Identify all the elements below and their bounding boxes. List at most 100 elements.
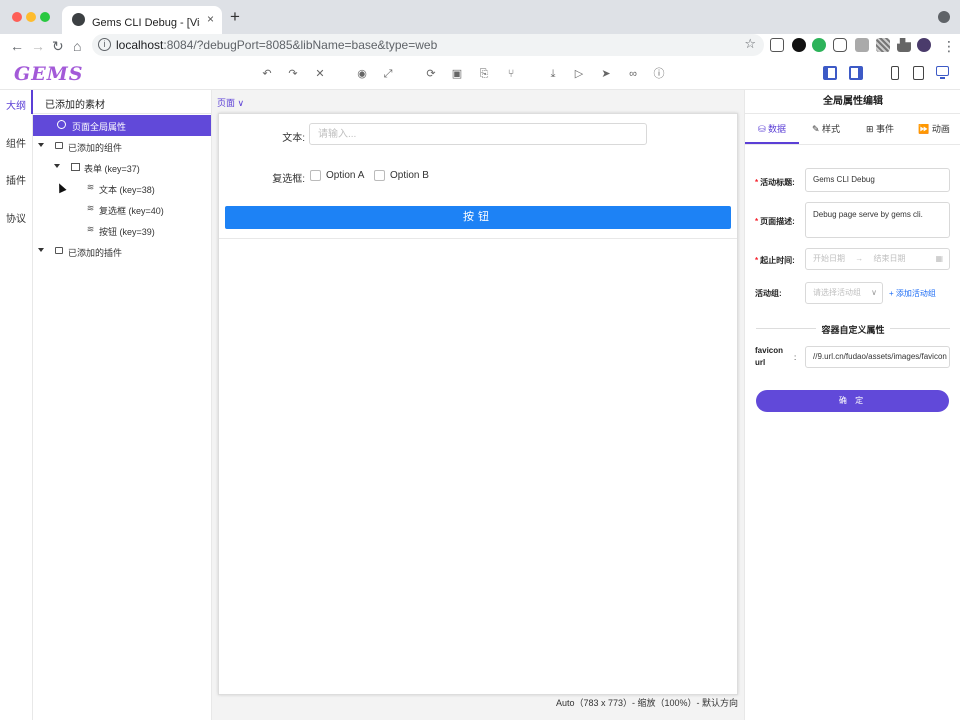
form-icon [71, 163, 80, 171]
refresh-icon[interactable]: ⟳ [424, 67, 438, 81]
forward-icon[interactable]: → [31, 37, 45, 55]
home-icon[interactable]: ⌂ [73, 37, 81, 55]
url-text[interactable]: localhost:8084/?debugPort=8085&libName=b… [116, 38, 437, 52]
tab-events[interactable]: ⊞ 事件 [853, 114, 907, 144]
section-divider-right [890, 328, 950, 329]
page-preview-frame[interactable]: 文本: 复选框: Option A Option B 按钮 [218, 113, 738, 695]
info-icon[interactable]: ⓘ [652, 67, 666, 81]
back-icon[interactable]: ← [10, 37, 24, 55]
save-icon[interactable]: ▣ [450, 67, 464, 81]
canvas-area: 页面 ∨ 文本: 复选框: Option A Option B 按钮 Auto（… [212, 90, 744, 720]
rail-item-components[interactable]: 组件 [0, 135, 32, 150]
close-window-button[interactable] [12, 12, 22, 22]
browser-tab[interactable]: Gems CLI Debug - [Vision页面编辑] × [62, 6, 222, 34]
new-file-icon[interactable]: ⎘ [477, 67, 491, 81]
tree-item-button[interactable]: ≋ 按钮 (key=39) [33, 220, 211, 241]
tree-item-checkbox[interactable]: ≋ 复选框 (key=40) [33, 199, 211, 220]
clear-icon[interactable]: ✕ [313, 67, 327, 81]
layer-icon: ≋ [86, 203, 95, 213]
preview-eye-icon[interactable]: ◉ [355, 67, 369, 81]
layer-icon: ≋ [86, 224, 95, 234]
canvas-status-text: Auto（783 x 773）- 缩放（100%）- 默认方向 [555, 698, 738, 708]
phone-view-icon[interactable] [891, 66, 899, 80]
link-icon[interactable]: ∞ [626, 67, 640, 81]
redo-icon[interactable]: ↷ [286, 67, 300, 81]
minimize-window-button[interactable] [26, 12, 36, 22]
confirm-button[interactable]: 确 定 [756, 390, 949, 412]
new-tab-button[interactable]: + [230, 8, 240, 26]
maximize-window-button[interactable] [40, 12, 50, 22]
caret-down-icon[interactable] [38, 248, 44, 252]
start-date-placeholder: 开始日期 [813, 254, 845, 263]
text-input-field[interactable] [310, 124, 646, 144]
date-range-picker[interactable]: 开始日期 → 结束日期 ▦ [805, 248, 950, 270]
description-textarea[interactable]: Debug page serve by gems cli. [805, 202, 950, 238]
tree-item-page-props[interactable]: 页面全局属性 [33, 115, 211, 136]
layer-icon: ≋ [86, 182, 95, 192]
brush-icon: ✎ [811, 124, 823, 134]
caret-down-icon[interactable] [54, 164, 60, 168]
address-bar[interactable]: i localhost:8084/?debugPort=8085&libName… [92, 34, 764, 56]
title-field-label: * 活动标题: [755, 178, 795, 187]
outline-header: 已添加的素材 [33, 90, 211, 114]
add-group-link[interactable]: + 添加活动组 [889, 288, 936, 299]
extension-circle-icon[interactable] [792, 38, 806, 52]
text-field-label: 文本: [282, 133, 305, 144]
fullscreen-icon[interactable]: ⤢ [381, 67, 395, 81]
undo-icon[interactable]: ↶ [260, 67, 274, 81]
app-header: GEMS ↶ ↷ ✕ ◉ ⤢ ⟳ ▣ ⎘ ⑂ ⤓ ▷ ➤ ∞ ⓘ [0, 58, 960, 90]
avatar[interactable] [917, 38, 931, 52]
database-icon: ⛁ [757, 124, 769, 134]
mail-extension-icon[interactable] [770, 38, 784, 52]
qr-extension-icon[interactable] [876, 38, 890, 52]
download-icon[interactable]: ⤓ [546, 67, 560, 81]
tree-item-form[interactable]: 表单 (key=37) [33, 157, 211, 178]
caret-down-icon[interactable] [38, 143, 44, 147]
tree-item-plugins[interactable]: 已添加的插件 [33, 241, 211, 262]
page-breadcrumb[interactable]: 页面 ∨ [217, 96, 244, 109]
group-select[interactable]: 请选择活动组 ∨ [805, 282, 883, 304]
run-icon[interactable]: ▷ [572, 67, 586, 81]
toggle-right-panel-icon[interactable] [849, 66, 863, 80]
folder-icon [55, 247, 63, 254]
extension-icon[interactable] [855, 38, 869, 52]
tab-title: Gems CLI Debug - [Vision页面编辑] [92, 17, 200, 29]
bookmark-star-icon[interactable]: ☆ [744, 36, 756, 52]
globe-icon [72, 13, 85, 26]
site-info-icon[interactable]: i [98, 38, 111, 51]
tab-data[interactable]: ⛁ 数据 [745, 114, 799, 144]
text-input[interactable] [309, 123, 647, 145]
toggle-left-panel-icon[interactable] [823, 66, 837, 80]
checkbox-option-a[interactable] [310, 170, 321, 181]
tree-item-label: 复选框 (key=40) [99, 206, 164, 216]
rail-item-plugins[interactable]: 插件 [0, 172, 32, 187]
option-a-label[interactable]: Option A [326, 170, 364, 181]
checkbox-option-b[interactable] [374, 170, 385, 181]
tab-close-icon[interactable]: × [207, 12, 214, 26]
puzzle-icon[interactable] [897, 38, 911, 52]
section-title: 容器自定义属性 [821, 325, 885, 335]
branch-icon[interactable]: ⑂ [504, 67, 518, 81]
properties-title: 全局属性编辑 [745, 90, 960, 114]
rail-item-protocol[interactable]: 协议 [0, 210, 32, 225]
tab-style[interactable]: ✎ 样式 [799, 114, 853, 144]
favicon-input[interactable]: //9.url.cn/fudao/assets/images/favicon [805, 346, 950, 368]
title-input[interactable]: Gems CLI Debug [805, 168, 950, 192]
send-icon[interactable]: ➤ [599, 67, 613, 81]
tab-animation[interactable]: ⏩ 动画 [907, 114, 960, 144]
gems-logo: GEMS [14, 63, 84, 85]
option-b-label[interactable]: Option B [390, 170, 429, 181]
section-divider-left [756, 328, 816, 329]
primary-button[interactable]: 按钮 [225, 206, 731, 229]
pocket-extension-icon[interactable] [833, 38, 847, 52]
form-divider [219, 238, 737, 239]
more-menu-icon[interactable]: ⋮ [942, 37, 956, 55]
tab-search-icon[interactable] [938, 11, 950, 23]
tree-item-components[interactable]: 已添加的组件 [33, 136, 211, 157]
desktop-view-icon[interactable] [936, 66, 949, 76]
reload-icon[interactable]: ↻ [52, 37, 64, 55]
favicon-label-line2: url [755, 358, 766, 367]
evernote-extension-icon[interactable] [812, 38, 826, 52]
rail-item-outline[interactable]: 大纲 [0, 97, 32, 112]
tablet-view-icon[interactable] [913, 66, 924, 80]
